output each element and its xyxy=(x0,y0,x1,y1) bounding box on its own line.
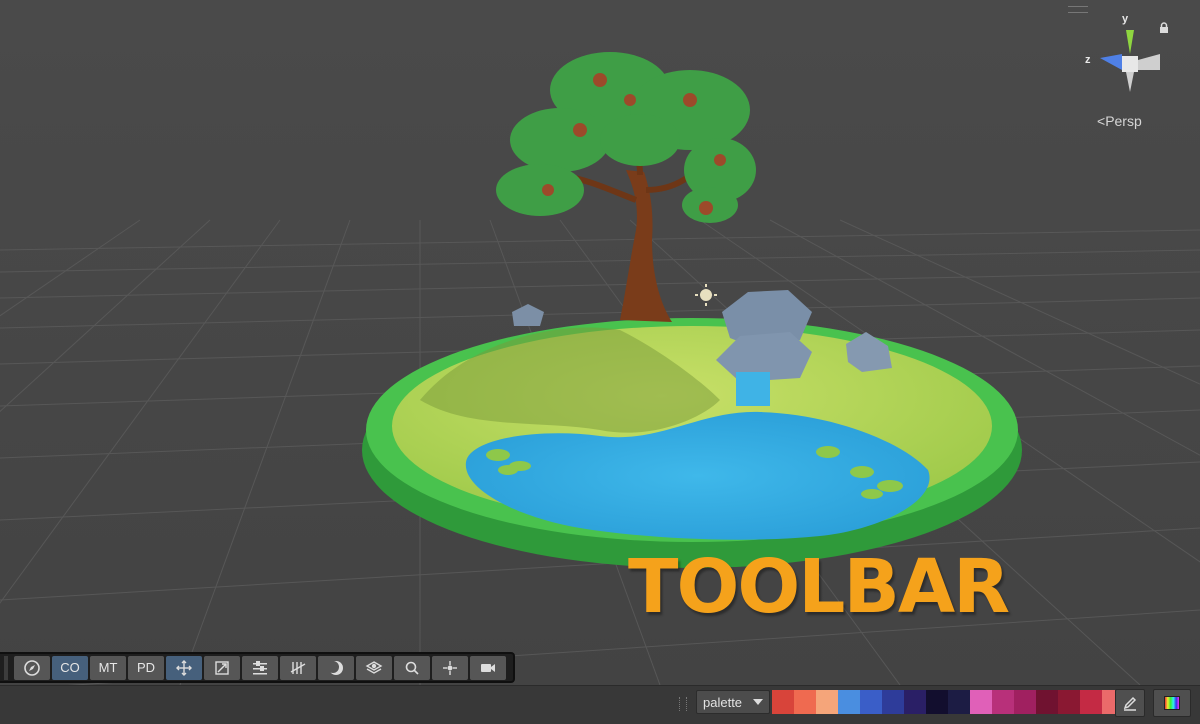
color-swatch[interactable] xyxy=(1036,690,1058,714)
overlay-title: TOOLBAR xyxy=(628,544,1010,630)
color-swatch[interactable] xyxy=(860,690,882,714)
overlay-toolbar[interactable]: CO MT PD xyxy=(0,652,515,683)
transform-button[interactable] xyxy=(204,655,240,680)
compass-icon xyxy=(24,659,40,676)
video-camera-icon xyxy=(481,663,495,672)
transform-box-icon xyxy=(215,660,229,675)
color-swatch[interactable] xyxy=(838,690,860,714)
scatter-button[interactable] xyxy=(432,655,468,680)
color-swatch[interactable] xyxy=(1014,690,1036,714)
toolbar-handle[interactable] xyxy=(4,655,8,680)
color-swatch[interactable] xyxy=(926,690,948,714)
color-swatch[interactable] xyxy=(772,690,794,714)
palette-dropdown-label: palette xyxy=(703,694,743,710)
light-icon xyxy=(695,284,717,306)
y-axis-label: y xyxy=(1122,13,1129,25)
palette-swatches[interactable] xyxy=(772,690,1124,714)
color-swatch[interactable] xyxy=(1058,690,1080,714)
color-swatch[interactable] xyxy=(882,690,904,714)
pd-button[interactable]: PD xyxy=(128,655,164,680)
search-button[interactable] xyxy=(394,655,430,680)
z-axis-label: z xyxy=(1085,54,1091,66)
layers-button[interactable] xyxy=(356,655,392,680)
lock-icon[interactable] xyxy=(1158,22,1170,34)
color-swatch[interactable] xyxy=(904,690,926,714)
island xyxy=(362,318,1022,568)
color-swatch[interactable] xyxy=(794,690,816,714)
color-picker-icon xyxy=(1164,696,1180,710)
sliders-icon xyxy=(253,660,267,674)
camera-button[interactable] xyxy=(470,655,506,680)
color-swatch[interactable] xyxy=(1080,690,1102,714)
compass-button[interactable] xyxy=(14,655,50,680)
color-swatch[interactable] xyxy=(816,690,838,714)
hatch-lines-icon xyxy=(290,661,306,674)
projection-label: Persp xyxy=(1105,113,1142,129)
hatch-button[interactable] xyxy=(280,655,316,680)
scene-viewport[interactable]: y z <Persp TOOLBAR xyxy=(0,0,1200,685)
color-swatch[interactable] xyxy=(948,690,970,714)
tree xyxy=(496,52,756,322)
projection-toggle[interactable]: <Persp xyxy=(1097,113,1142,129)
pen-button[interactable] xyxy=(1115,689,1145,717)
move-arrows-icon xyxy=(176,659,192,676)
scatter-arrows-icon xyxy=(443,660,457,675)
search-icon xyxy=(405,661,419,675)
sliders-button[interactable] xyxy=(242,655,278,680)
color-picker-button[interactable] xyxy=(1153,689,1191,717)
pen-icon xyxy=(1123,696,1137,711)
chevron-left-icon: < xyxy=(1097,113,1106,129)
drag-handle[interactable] xyxy=(679,697,687,711)
moon-icon xyxy=(327,660,343,675)
mt-button[interactable]: MT xyxy=(90,655,126,680)
moon-button[interactable] xyxy=(318,655,354,680)
move-button[interactable] xyxy=(166,655,202,680)
scene-render[interactable] xyxy=(0,0,1200,685)
layers-icon xyxy=(365,660,383,674)
caret-down-icon xyxy=(753,699,763,705)
palette-dropdown[interactable]: palette xyxy=(696,690,770,714)
color-swatch[interactable] xyxy=(992,690,1014,714)
color-swatch[interactable] xyxy=(970,690,992,714)
co-button[interactable]: CO xyxy=(52,655,88,680)
